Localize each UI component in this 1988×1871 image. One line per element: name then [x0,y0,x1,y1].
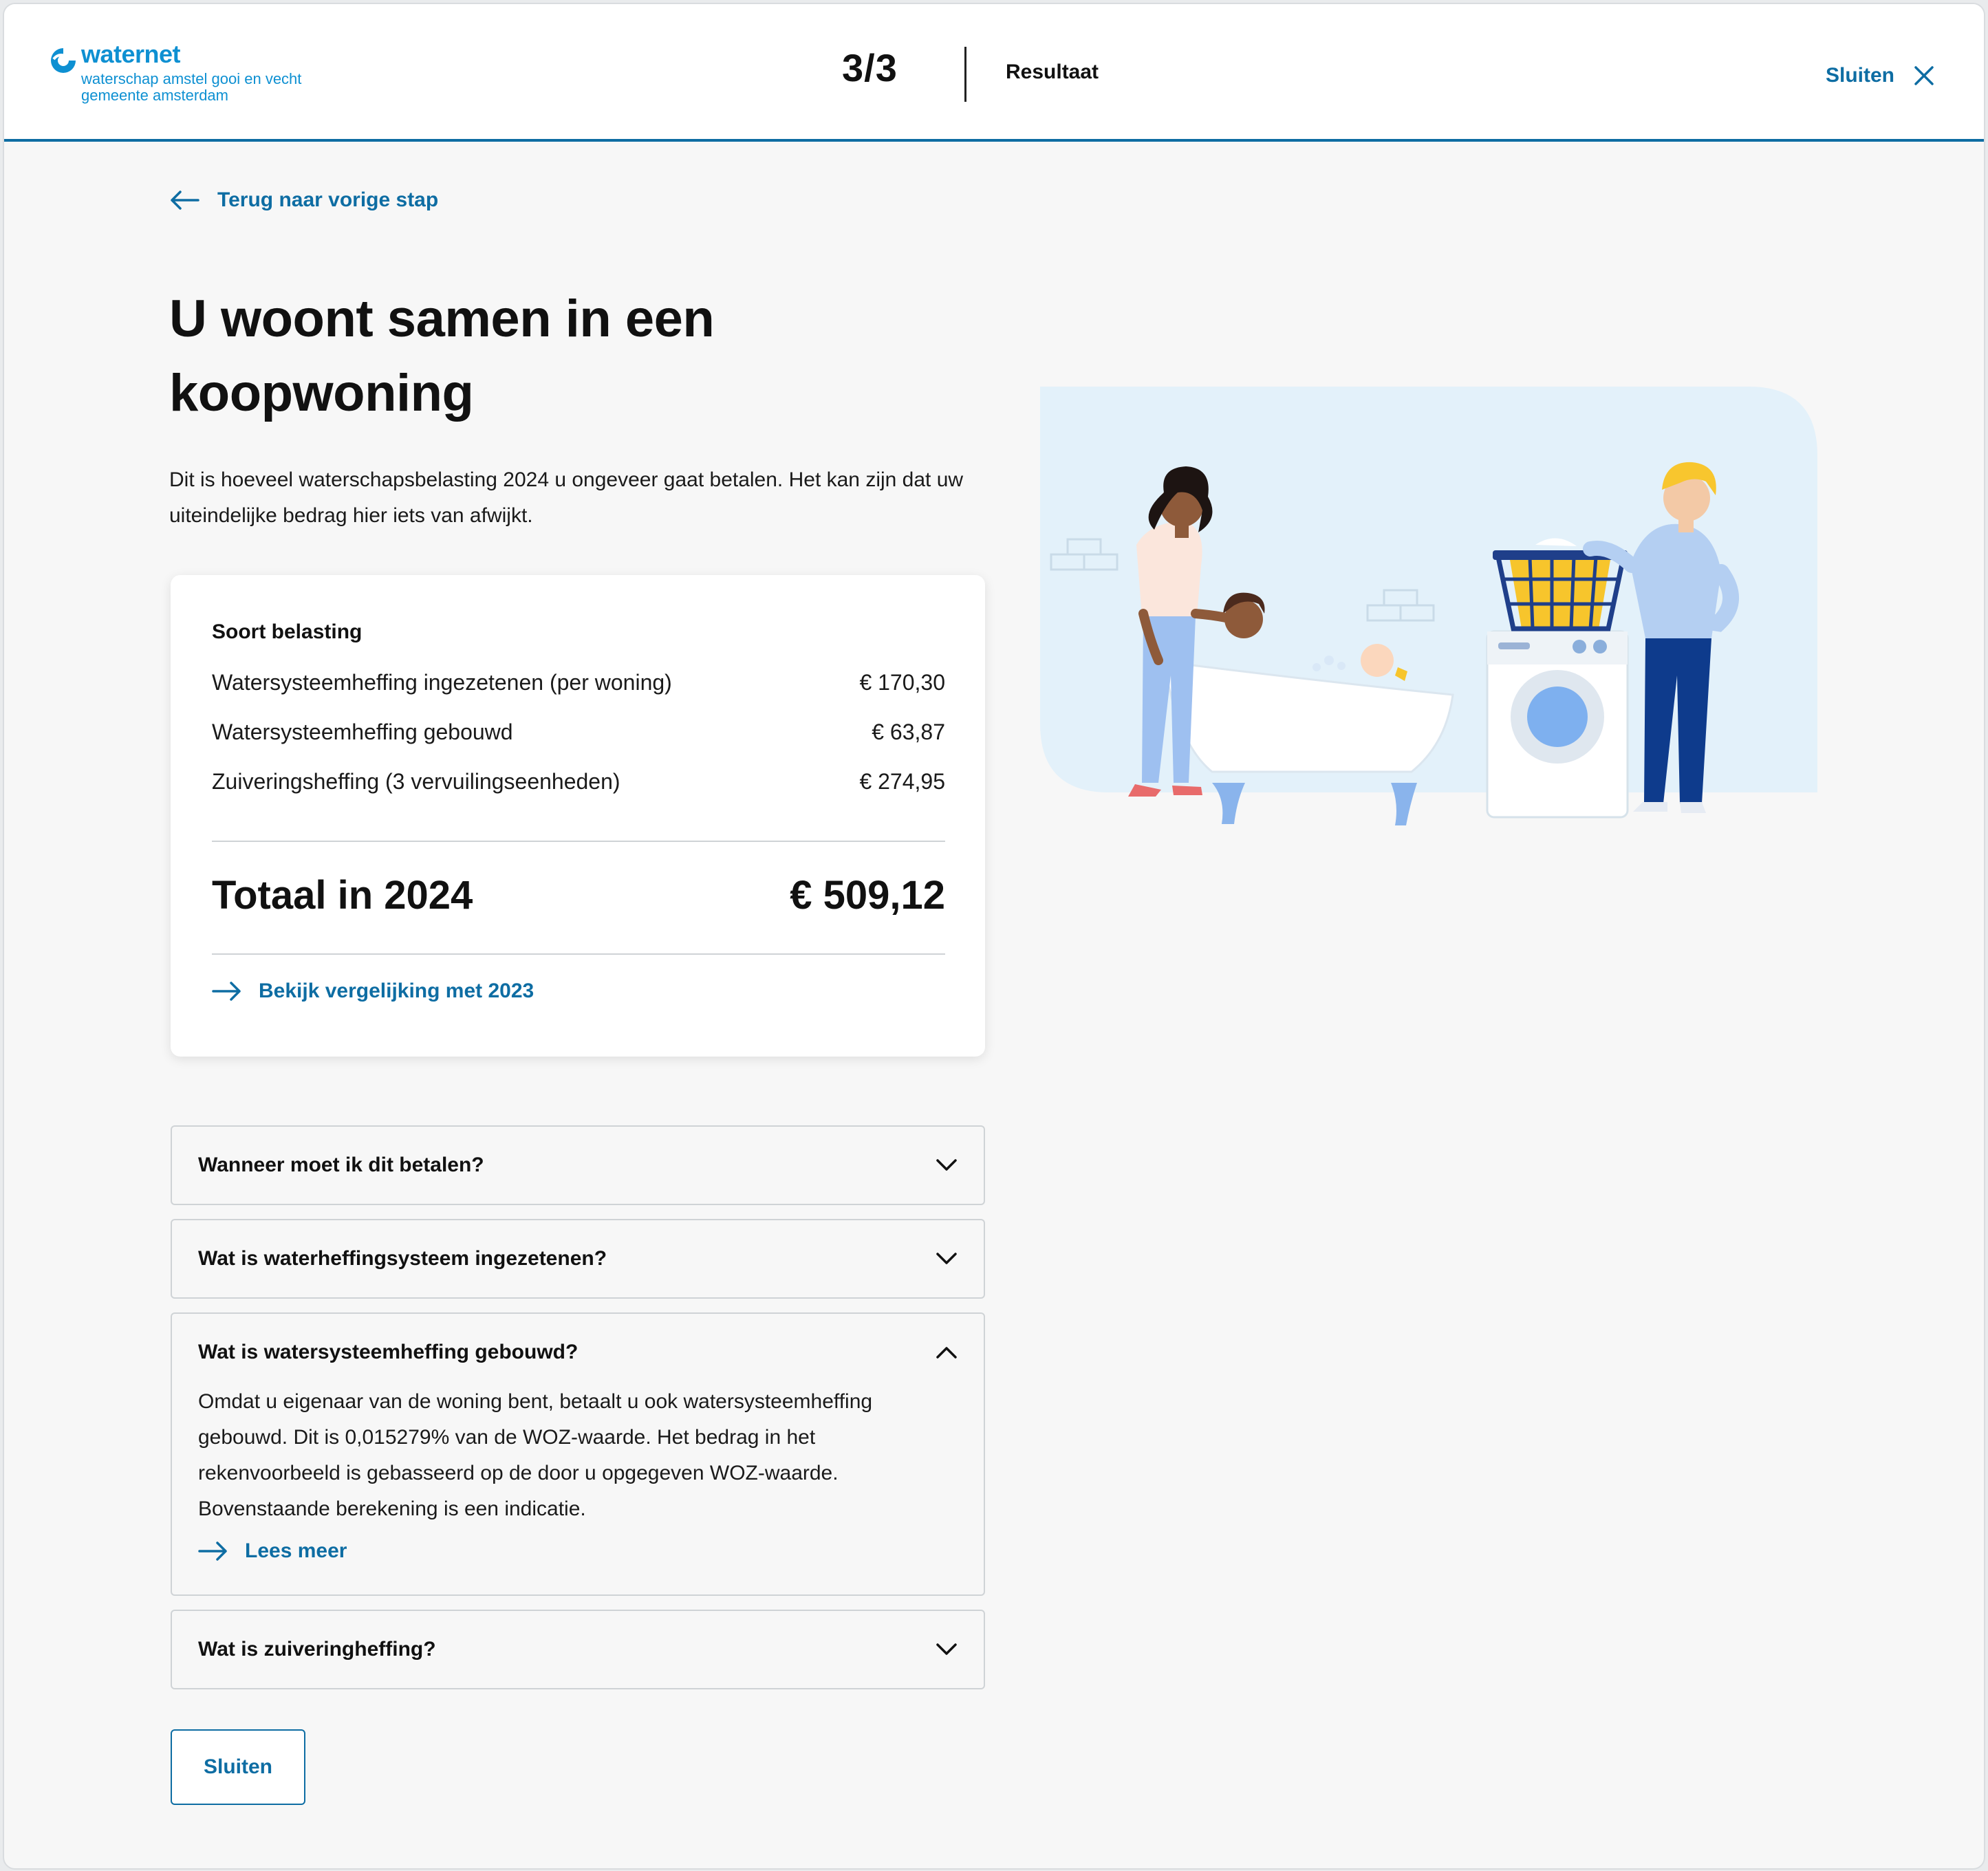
read-more-link[interactable]: Lees meer [198,1539,347,1563]
arrow-left-icon [171,191,199,210]
chevron-up-icon [936,1347,957,1359]
chevron-down-icon [936,1643,957,1655]
family-household-illustration [1040,387,1817,825]
faq-answer: Omdat u eigenaar van de woning bent, bet… [198,1390,873,1520]
read-more-label: Lees meer [245,1539,347,1562]
faq-toggle[interactable]: Wat is zuiveringheffing? [198,1611,958,1688]
faq-item-building-levy: Wat is watersysteemheffing gebouwd? Omda… [171,1312,985,1596]
close-button[interactable]: Sluiten [171,1729,305,1805]
intro-text: Dit is hoeveel waterschapsbelasting 2024… [169,468,964,527]
app-window: waternet waterschap amstel gooi en vecht… [3,3,1985,1870]
divider [212,841,945,842]
chevron-down-icon [936,1253,957,1264]
tax-row-label: Watersysteemheffing gebouwd [212,720,513,744]
faq-toggle[interactable]: Wanneer moet ik dit betalen? [198,1127,958,1204]
tax-row-amount: € 274,95 [859,769,945,794]
faq-item-residents-levy: Wat is waterheffingsysteem ingezetenen? [171,1219,985,1299]
header-close-label: Sluiten [1826,64,1895,87]
waternet-logo[interactable]: waternet waterschap amstel gooi en vecht… [48,40,337,113]
arrow-right-icon [198,1542,227,1561]
faq-item-when-to-pay: Wanneer moet ik dit betalen? [171,1125,985,1205]
tax-type-heading: Soort belasting [212,620,363,643]
logo-name: waternet [81,40,181,68]
tax-row-amount: € 170,30 [859,670,945,695]
tax-row: Watersysteemheffing gebouwd € 63,87 [212,720,945,745]
faq-question: Wanneer moet ik dit betalen? [198,1154,484,1176]
top-bar: waternet waterschap amstel gooi en vecht… [4,4,1984,142]
faq-question: Wat is waterheffingsysteem ingezetenen? [198,1247,607,1270]
tax-summary-card: Soort belasting Watersysteemheffing inge… [171,575,985,1057]
chevron-down-icon [936,1159,957,1171]
logo-subtitle-municipality: gemeente amsterdam [81,87,228,104]
tax-row: Zuiveringsheffing (3 vervuilingseenheden… [212,769,945,794]
faq-question: Wat is zuiveringheffing? [198,1638,436,1661]
faq-question: Wat is watersysteemheffing gebouwd? [198,1341,579,1363]
total-value: € 509,12 [790,873,945,918]
compare-2023-link[interactable]: Bekijk vergelijking met 2023 [212,980,534,1003]
tax-row-label: Watersysteemheffing ingezetenen (per won… [212,670,672,695]
tax-row: Watersysteemheffing ingezetenen (per won… [212,670,945,695]
page-title: U woont samen in een koopwoning [169,290,715,422]
total-label: Totaal in 2024 [212,873,473,918]
faq-toggle[interactable]: Wat is waterheffingsysteem ingezetenen? [198,1220,958,1297]
compare-link-label: Bekijk vergelijking met 2023 [259,980,534,1002]
arrow-right-icon [212,982,241,1001]
waternet-logo-icon [51,48,76,73]
logo-subtitle-water-board: waterschap amstel gooi en vecht [81,70,302,87]
step-counter: 3/3 [842,46,898,89]
back-link-label: Terug naar vorige stap [217,188,439,211]
faq-toggle[interactable]: Wat is watersysteemheffing gebouwd? [198,1314,958,1391]
divider [212,953,945,955]
back-link[interactable]: Terug naar vorige stap [169,188,438,212]
header-close-button[interactable]: Sluiten [1826,56,1934,95]
tax-row-amount: € 63,87 [872,720,945,744]
tax-row-label: Zuiveringsheffing (3 vervuilingseenheden… [212,769,620,794]
faq-item-purification-levy: Wat is zuiveringheffing? [171,1610,985,1689]
close-icon [1914,66,1934,85]
step-divider [964,47,966,102]
step-label: Resultaat [1006,61,1099,83]
